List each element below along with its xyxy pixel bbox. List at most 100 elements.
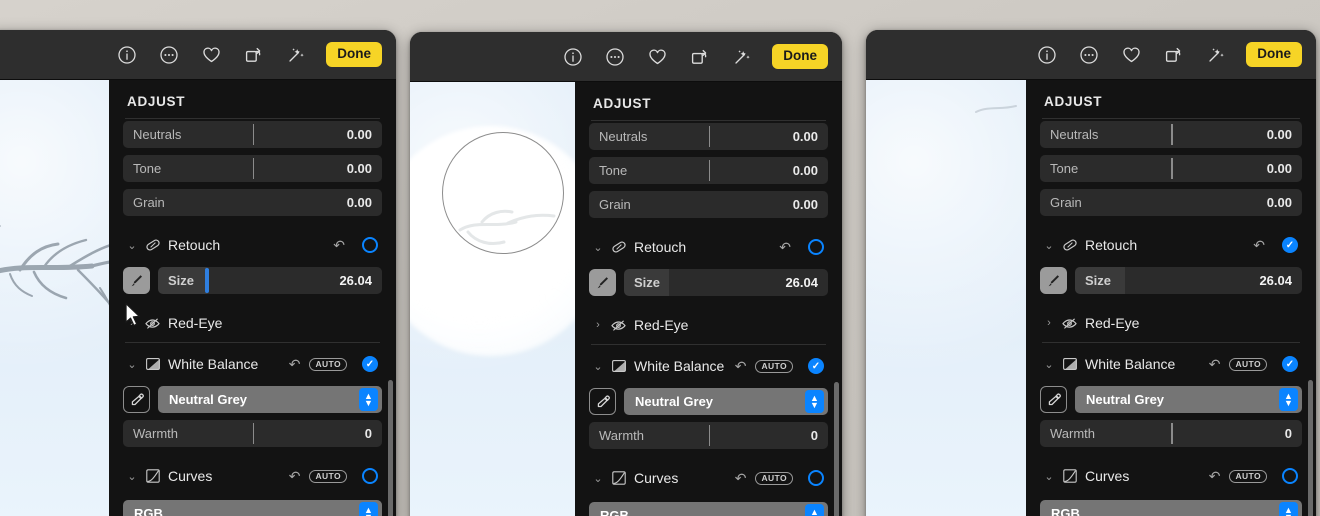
slider-row-neutrals[interactable]: Neutrals 0.00 (123, 121, 382, 148)
chevron-down-icon[interactable]: ⌄ (1044, 358, 1054, 371)
rotate-icon[interactable] (1162, 44, 1184, 66)
chevron-down-icon[interactable]: ⌄ (1044, 239, 1054, 252)
section-header-retouch[interactable]: ⌄ Retouch ↶ ✓ (1040, 230, 1302, 260)
revert-icon[interactable]: ↶ (1209, 468, 1221, 485)
section-header-retouch[interactable]: ⌄ Retouch ↶ (123, 230, 382, 260)
chevron-right-icon[interactable]: › (127, 317, 137, 329)
white-balance-toggle-on[interactable]: ✓ (362, 356, 378, 372)
retouch-toggle-on[interactable]: ✓ (1282, 237, 1298, 253)
white-balance-mode-dropdown[interactable]: Neutral Grey ▲ ▼ (1075, 386, 1302, 413)
chevron-down-icon[interactable]: ⌄ (127, 358, 137, 371)
section-header-curves[interactable]: ⌄ Curves ↶ AUTO (123, 461, 382, 491)
rotate-icon[interactable] (242, 44, 264, 66)
chevron-updown-icon[interactable]: ▲▼ (805, 504, 824, 516)
eyedropper-icon[interactable] (589, 388, 616, 415)
section-header-curves[interactable]: ⌄ Curves ↶ AUTO (1040, 461, 1302, 491)
info-icon[interactable] (1036, 44, 1058, 66)
more-options-icon[interactable] (604, 46, 626, 68)
auto-badge[interactable]: AUTO (755, 471, 793, 485)
more-options-icon[interactable] (158, 44, 180, 66)
curves-channel-dropdown[interactable]: RGB ▲▼ (589, 502, 828, 516)
done-button[interactable]: Done (326, 42, 382, 67)
auto-enhance-wand-icon[interactable] (1204, 44, 1226, 66)
eyedropper-icon[interactable] (123, 386, 150, 413)
revert-icon[interactable]: ↶ (1209, 356, 1221, 373)
chevron-updown-icon[interactable]: ▲▼ (359, 502, 378, 516)
panel-scrollbar[interactable] (1308, 380, 1313, 516)
photo-preview[interactable] (866, 80, 1026, 516)
brush-icon[interactable] (1040, 267, 1067, 294)
photo-preview[interactable] (0, 80, 109, 516)
slider-row-grain[interactable]: Grain 0.00 (123, 189, 382, 216)
auto-badge[interactable]: AUTO (1229, 357, 1267, 371)
done-button[interactable]: Done (1246, 42, 1302, 67)
panel-scrollbar[interactable] (388, 380, 393, 516)
chevron-down-icon[interactable]: ⌄ (593, 360, 603, 373)
slider-knob[interactable] (205, 268, 210, 293)
favorite-heart-icon[interactable] (1120, 44, 1142, 66)
brush-icon[interactable] (123, 267, 150, 294)
slider-row-tone[interactable]: Tone 0.00 (123, 155, 382, 182)
chevron-updown-icon[interactable]: ▲▼ (359, 388, 378, 411)
section-header-white-balance[interactable]: ⌄ White Balance ↶ AUTO ✓ (589, 351, 828, 381)
chevron-updown-icon[interactable]: ▲▼ (1279, 502, 1298, 516)
auto-enhance-wand-icon[interactable] (284, 44, 306, 66)
white-balance-mode-dropdown[interactable]: Neutral Grey ▲ ▼ (624, 388, 828, 415)
eyedropper-icon[interactable] (1040, 386, 1067, 413)
curves-toggle-off[interactable] (808, 470, 824, 486)
chevron-updown-icon[interactable]: ▲▼ (1279, 388, 1298, 411)
slider-row-warmth[interactable]: Warmth 0 (589, 422, 828, 449)
size-slider[interactable]: Size 26.04 (1075, 267, 1302, 294)
curves-toggle-off[interactable] (362, 468, 378, 484)
info-icon[interactable] (562, 46, 584, 68)
info-icon[interactable] (116, 44, 138, 66)
size-slider[interactable]: Size 26.04 (158, 267, 382, 294)
done-button[interactable]: Done (772, 44, 828, 69)
slider-row-grain[interactable]: Grain 0.00 (589, 191, 828, 218)
revert-icon[interactable]: ↶ (289, 356, 301, 373)
slider-row-grain[interactable]: Grain 0.00 (1040, 189, 1302, 216)
section-header-curves[interactable]: ⌄ Curves ↶ AUTO (589, 463, 828, 493)
auto-badge[interactable]: AUTO (309, 357, 347, 371)
chevron-right-icon[interactable]: › (1044, 317, 1054, 329)
revert-icon[interactable]: ↶ (1253, 237, 1265, 254)
retouch-toggle-off[interactable] (808, 239, 824, 255)
chevron-down-icon[interactable]: ⌄ (127, 470, 137, 483)
chevron-down-icon[interactable]: ⌄ (127, 239, 137, 252)
section-header-red-eye[interactable]: › Red-Eye (1040, 308, 1302, 338)
auto-badge[interactable]: AUTO (755, 359, 793, 373)
auto-enhance-wand-icon[interactable] (730, 46, 752, 68)
brush-icon[interactable] (589, 269, 616, 296)
slider-row-warmth[interactable]: Warmth 0 (1040, 420, 1302, 447)
section-header-white-balance[interactable]: ⌄ White Balance ↶ AUTO ✓ (123, 349, 382, 379)
section-header-red-eye[interactable]: › Red-Eye (589, 310, 828, 340)
rotate-icon[interactable] (688, 46, 710, 68)
photo-preview[interactable] (410, 82, 575, 516)
chevron-updown-icon[interactable]: ▲▼ (805, 390, 824, 413)
favorite-heart-icon[interactable] (200, 44, 222, 66)
section-header-red-eye[interactable]: › Red-Eye (123, 308, 382, 338)
auto-badge[interactable]: AUTO (1229, 469, 1267, 483)
white-balance-mode-dropdown[interactable]: Neutral Grey ▲ ▼ (158, 386, 382, 413)
revert-icon[interactable]: ↶ (735, 470, 747, 487)
white-balance-toggle-on[interactable]: ✓ (1282, 356, 1298, 372)
revert-icon[interactable]: ↶ (289, 468, 301, 485)
slider-row-neutrals[interactable]: Neutrals 0.00 (589, 123, 828, 150)
revert-icon[interactable]: ↶ (779, 239, 791, 256)
favorite-heart-icon[interactable] (646, 46, 668, 68)
chevron-down-icon[interactable]: ⌄ (1044, 470, 1054, 483)
auto-badge[interactable]: AUTO (309, 469, 347, 483)
slider-row-neutrals[interactable]: Neutrals 0.00 (1040, 121, 1302, 148)
curves-channel-dropdown[interactable]: RGB ▲▼ (1040, 500, 1302, 516)
slider-row-tone[interactable]: Tone 0.00 (1040, 155, 1302, 182)
revert-icon[interactable]: ↶ (333, 237, 345, 254)
slider-row-warmth[interactable]: Warmth 0 (123, 420, 382, 447)
white-balance-toggle-on[interactable]: ✓ (808, 358, 824, 374)
more-options-icon[interactable] (1078, 44, 1100, 66)
size-slider[interactable]: Size 26.04 (624, 269, 828, 296)
panel-scrollbar[interactable] (834, 382, 839, 516)
slider-row-tone[interactable]: Tone 0.00 (589, 157, 828, 184)
chevron-down-icon[interactable]: ⌄ (593, 472, 603, 485)
section-header-retouch[interactable]: ⌄ Retouch ↶ (589, 232, 828, 262)
revert-icon[interactable]: ↶ (735, 358, 747, 375)
